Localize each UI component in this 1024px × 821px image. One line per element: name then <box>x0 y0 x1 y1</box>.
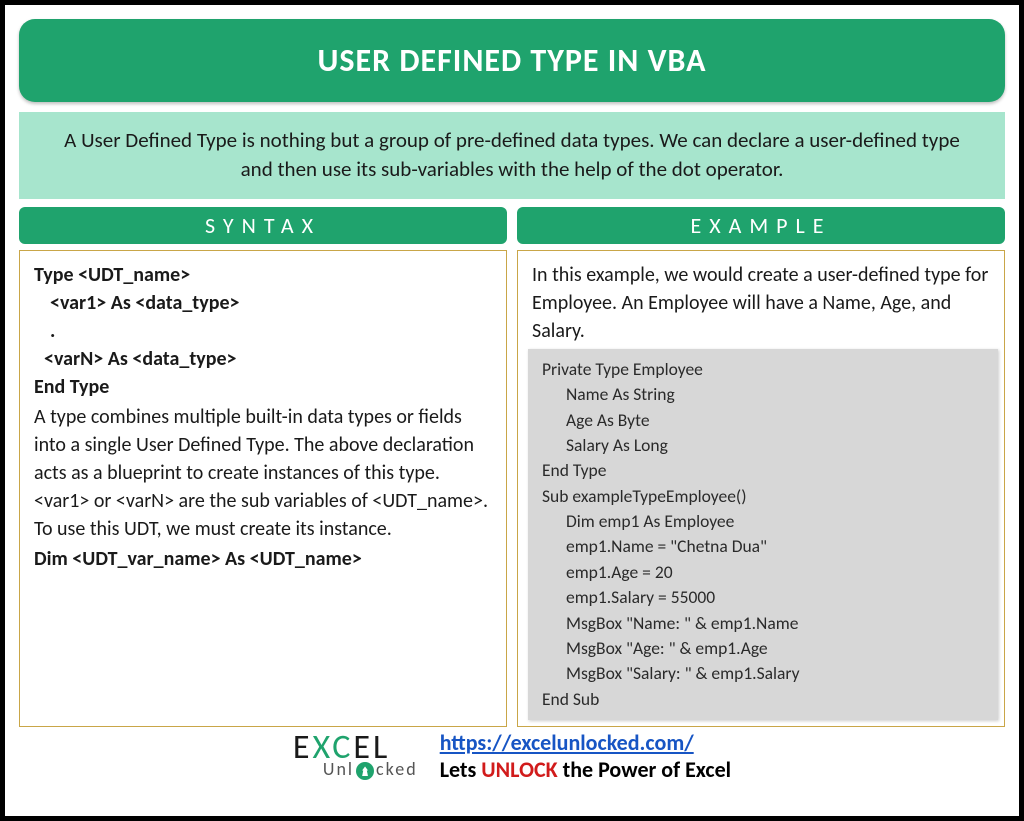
intro-text: A User Defined Type is nothing but a gro… <box>19 112 1005 199</box>
example-column: EXAMPLE In this example, we would create… <box>517 207 1005 727</box>
page-title: USER DEFINED TYPE IN VBA <box>39 41 985 80</box>
syntax-line: <varN> As <data_type> <box>34 345 492 373</box>
columns-container: SYNTAX Type <UDT_name> <var1> As <data_t… <box>19 207 1005 727</box>
example-intro: In this example, we would create a user-… <box>532 261 990 345</box>
syntax-content: Type <UDT_name> <var1> As <data_type> . … <box>19 250 507 727</box>
syntax-description: A type combines multiple built-in data t… <box>34 403 492 543</box>
example-content: In this example, we would create a user-… <box>517 250 1005 727</box>
syntax-dim-line: Dim <UDT_var_name> As <UDT_name> <box>34 545 492 573</box>
code-line: MsgBox "Age: " & emp1.Age <box>542 636 990 661</box>
code-line: Dim emp1 As Employee <box>542 509 990 534</box>
code-line: Age As Byte <box>542 408 990 433</box>
code-line: emp1.Name = "Chetna Dua" <box>542 534 990 559</box>
code-line: Salary As Long <box>542 433 990 458</box>
code-line: Name As String <box>542 382 990 407</box>
syntax-column: SYNTAX Type <UDT_name> <var1> As <data_t… <box>19 207 507 727</box>
syntax-line: End Type <box>34 375 109 399</box>
footer-text-block: https://excelunlocked.com/ Lets UNLOCK t… <box>440 729 731 783</box>
syntax-line: Type <UDT_name> <box>34 263 190 287</box>
title-banner: USER DEFINED TYPE IN VBA <box>19 19 1005 102</box>
logo-bottom-line: Unlcked <box>323 760 418 778</box>
excel-unlocked-logo: EXCEL Unlcked <box>293 734 418 779</box>
code-line: emp1.Salary = 55000 <box>542 585 990 610</box>
tagline: Lets UNLOCK the Power of Excel <box>440 756 731 783</box>
syntax-line: . <box>34 317 492 345</box>
code-line: Sub exampleTypeEmployee() <box>542 485 747 507</box>
syntax-line: <var1> As <data_type> <box>34 289 492 317</box>
code-line: MsgBox "Salary: " & emp1.Salary <box>542 661 990 686</box>
code-line: emp1.Age = 20 <box>542 560 990 585</box>
example-code-block: Private Type Employee Name As String Age… <box>528 349 998 720</box>
syntax-header: SYNTAX <box>19 207 507 244</box>
code-line: Private Type Employee <box>542 358 703 380</box>
example-header: EXAMPLE <box>517 207 1005 244</box>
keyhole-icon <box>356 762 374 780</box>
code-line: MsgBox "Name: " & emp1.Name <box>542 611 990 636</box>
syntax-code-block: Type <UDT_name> <var1> As <data_type> . … <box>34 261 492 401</box>
document-frame: USER DEFINED TYPE IN VBA A User Defined … <box>0 0 1024 821</box>
site-url-link[interactable]: https://excelunlocked.com/ <box>440 729 694 756</box>
code-line: End Sub <box>542 688 599 710</box>
footer: EXCEL Unlcked https://excelunlocked.com/… <box>19 729 1005 783</box>
code-line: End Type <box>542 459 606 481</box>
